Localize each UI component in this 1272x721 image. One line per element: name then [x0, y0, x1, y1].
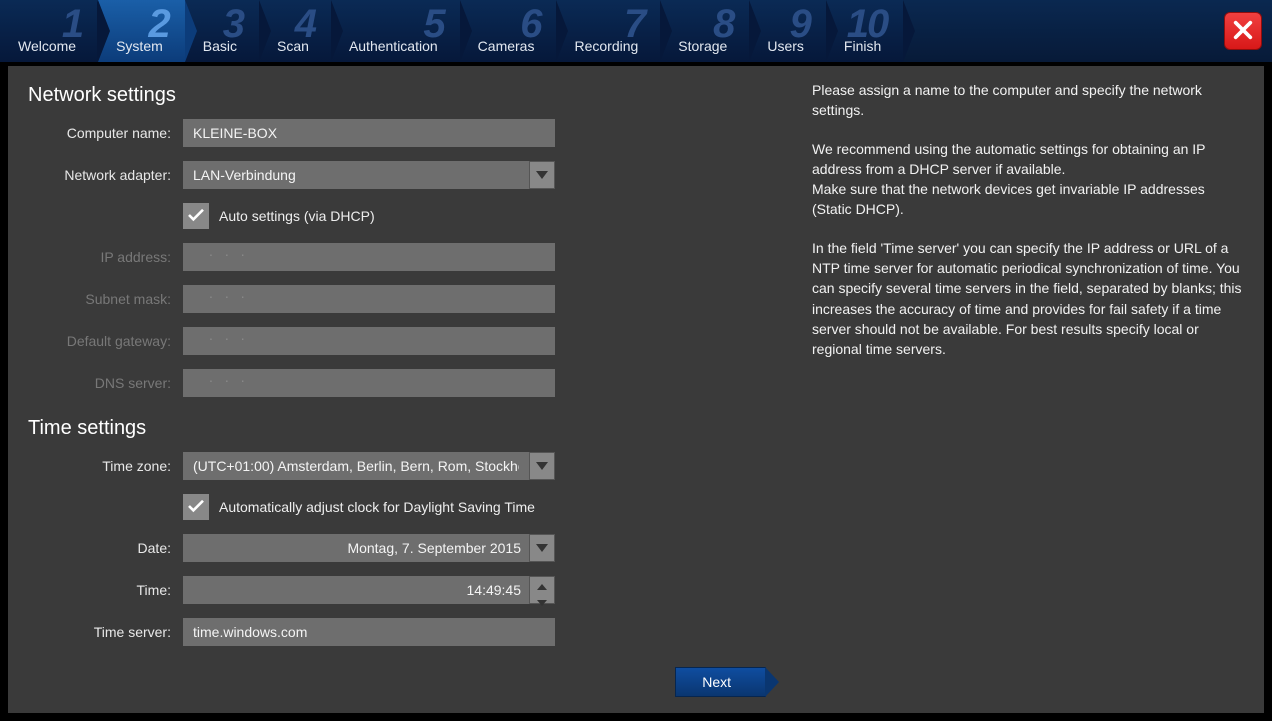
dhcp-checkbox[interactable] — [183, 203, 209, 229]
dst-checkbox[interactable] — [183, 494, 209, 520]
step-label: Users — [767, 38, 804, 54]
adapter-label: Network adapter: — [28, 167, 183, 183]
date-dropdown-button[interactable] — [529, 534, 555, 562]
row-computer-name: Computer name: — [28, 119, 774, 147]
dns-label: DNS server: — [28, 375, 183, 391]
help-p2: We recommend using the automatic setting… — [812, 141, 1205, 177]
gateway-label: Default gateway: — [28, 333, 183, 349]
date-label: Date: — [28, 540, 183, 556]
help-p1: Please assign a name to the computer and… — [812, 80, 1246, 121]
wizard-window: 1 Welcome 2 System 3 Basic 4 Scan 5 Auth… — [0, 0, 1272, 721]
timeserver-input[interactable] — [183, 618, 555, 646]
ip-label: IP address: — [28, 249, 183, 265]
footer-buttons: Next — [28, 667, 774, 703]
dst-label: Automatically adjust clock for Daylight … — [219, 499, 535, 515]
row-date: Date: — [28, 534, 774, 562]
row-ip: IP address: ... — [28, 243, 774, 271]
step-label: Cameras — [478, 38, 535, 54]
computer-name-label: Computer name: — [28, 125, 183, 141]
gateway-input: ... — [183, 327, 555, 355]
step-label: Basic — [203, 38, 237, 54]
step-label: Authentication — [349, 38, 438, 54]
tz-select[interactable] — [183, 452, 555, 480]
time-step-down[interactable] — [530, 593, 554, 609]
step-system[interactable]: 2 System — [98, 0, 185, 62]
step-cameras[interactable]: 6 Cameras — [460, 0, 557, 62]
computer-name-input[interactable] — [183, 119, 555, 147]
chevron-down-icon — [535, 540, 549, 556]
row-gateway: Default gateway: ... — [28, 327, 774, 355]
checkmark-icon — [187, 499, 205, 516]
date-value[interactable] — [183, 534, 529, 562]
stepper-bar: 1 Welcome 2 System 3 Basic 4 Scan 5 Auth… — [0, 0, 1272, 62]
row-timeserver: Time server: — [28, 618, 774, 646]
help-p4: In the field 'Time server' you can speci… — [812, 238, 1246, 360]
time-value[interactable] — [183, 576, 529, 604]
chevron-up-icon — [537, 577, 547, 593]
step-storage[interactable]: 8 Storage — [660, 0, 749, 62]
adapter-dropdown-button[interactable] — [529, 161, 555, 189]
subnet-label: Subnet mask: — [28, 291, 183, 307]
date-select[interactable] — [183, 534, 555, 562]
checkmark-icon — [187, 208, 205, 225]
tz-value[interactable] — [183, 452, 529, 480]
adapter-select[interactable] — [183, 161, 555, 189]
help-panel: Please assign a name to the computer and… — [794, 66, 1264, 713]
wizard-body: Network settings Computer name: Network … — [8, 66, 1264, 713]
subnet-input: ... — [183, 285, 555, 313]
row-timezone: Time zone: — [28, 452, 774, 480]
adapter-value[interactable] — [183, 161, 529, 189]
row-time: Time: — [28, 576, 774, 604]
close-icon — [1232, 19, 1254, 44]
timeserver-label: Time server: — [28, 624, 183, 640]
step-authentication[interactable]: 5 Authentication — [331, 0, 460, 62]
step-label: Storage — [678, 38, 727, 54]
help-p23: We recommend using the automatic setting… — [812, 139, 1246, 220]
network-heading: Network settings — [28, 84, 774, 107]
chevron-down-icon — [537, 593, 547, 609]
row-dst: Automatically adjust clock for Daylight … — [183, 494, 774, 520]
chevron-down-icon — [535, 458, 549, 474]
step-label: System — [116, 38, 163, 54]
form-panel: Network settings Computer name: Network … — [8, 66, 794, 713]
step-label: Scan — [277, 38, 309, 54]
next-button[interactable]: Next — [675, 667, 766, 697]
row-subnet: Subnet mask: ... — [28, 285, 774, 313]
time-spinner[interactable] — [183, 576, 555, 604]
tz-dropdown-button[interactable] — [529, 452, 555, 480]
close-button[interactable] — [1224, 12, 1262, 50]
help-p3: Make sure that the network devices get i… — [812, 181, 1205, 217]
step-label: Welcome — [18, 38, 76, 54]
time-stepper[interactable] — [529, 576, 555, 604]
tz-label: Time zone: — [28, 458, 183, 474]
step-label: Finish — [844, 38, 881, 54]
time-label: Time: — [28, 582, 183, 598]
row-dhcp: Auto settings (via DHCP) — [183, 203, 774, 229]
row-dns: DNS server: ... — [28, 369, 774, 397]
chevron-down-icon — [535, 167, 549, 183]
step-label: Recording — [574, 38, 638, 54]
next-label: Next — [702, 674, 731, 690]
step-welcome[interactable]: 1 Welcome — [0, 0, 98, 62]
row-adapter: Network adapter: — [28, 161, 774, 189]
dhcp-label: Auto settings (via DHCP) — [219, 208, 375, 224]
step-recording[interactable]: 7 Recording — [556, 0, 660, 62]
time-step-up[interactable] — [530, 577, 554, 593]
ip-input: ... — [183, 243, 555, 271]
dns-input: ... — [183, 369, 555, 397]
time-heading: Time settings — [28, 417, 774, 440]
